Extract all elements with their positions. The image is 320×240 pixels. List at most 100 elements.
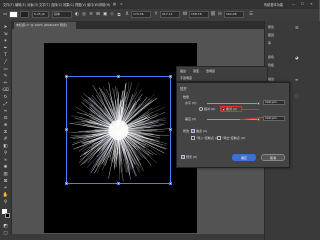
panel-item-stroke[interactable]: 描边 [268, 77, 274, 81]
w-label-icon: W [182, 12, 188, 17]
link-icon[interactable]: ⛓ [210, 11, 216, 18]
send-icon[interactable]: ➤ [120, 2, 123, 6]
menu-help[interactable]: 帮助(H) [99, 2, 110, 7]
close-icon[interactable]: ✕ [310, 2, 313, 6]
floating-tab-stroke[interactable]: 描边 [180, 69, 186, 73]
y-field[interactable]: 217.11 [160, 11, 180, 18]
menu-effect[interactable]: 效果(C) [63, 2, 74, 7]
relative-radio[interactable] [199, 107, 203, 111]
horizontal-slider-knob[interactable] [257, 102, 260, 105]
handle-top-right[interactable] [169, 75, 172, 78]
in-handle-checkbox[interactable] [191, 136, 195, 140]
out-handle-checkbox[interactable] [217, 136, 221, 140]
hand-tool-icon[interactable]: ✋ [2, 192, 9, 198]
graphic-style-icon[interactable]: ◐ [74, 11, 80, 18]
arrange-icon[interactable]: ⧉ [116, 11, 122, 18]
menu-window[interactable]: 窗口(W) [87, 2, 99, 7]
scale-tool-icon[interactable]: ⤢ [2, 101, 9, 107]
type-tool-icon[interactable]: T [2, 52, 9, 58]
preview-checkbox[interactable] [181, 155, 185, 159]
direct-select-tool-icon[interactable]: ⇲ [2, 31, 9, 37]
panel-item-swatches[interactable]: 色板 [268, 63, 274, 67]
horizontal-value-field[interactable]: 100 pm [263, 100, 285, 105]
selection-tool-icon[interactable]: ➤ [2, 24, 9, 30]
panel-item-layers[interactable]: 图层 [268, 33, 274, 37]
handle-top[interactable] [117, 75, 120, 78]
minimize-icon[interactable]: — [292, 2, 295, 6]
pen-tool-icon[interactable]: ✒ [2, 45, 9, 51]
floating-opacity-label: 不透明度 [180, 76, 193, 80]
mesh-tool-icon[interactable]: # [2, 136, 9, 142]
rectangle-tool-icon[interactable]: ▭ [2, 66, 9, 72]
shape-builder-tool-icon[interactable]: ⊕ [2, 122, 9, 128]
handle-left[interactable] [65, 128, 68, 131]
handle-bottom[interactable] [117, 182, 120, 185]
draw-mode-icon[interactable]: ◩ [2, 223, 9, 229]
free-transform-tool-icon[interactable]: ⊡ [2, 115, 9, 121]
selection-bounding-box[interactable] [65, 75, 172, 185]
pencil-tool-icon[interactable]: ✏ [2, 80, 9, 86]
panel-item-libraries[interactable]: 库 [268, 41, 271, 45]
color-icon[interactable]: ◕ [295, 55, 299, 60]
menu-edit[interactable]: 编辑(E) [15, 2, 26, 7]
stroke-icon[interactable]: ≡ [295, 77, 298, 82]
slice-tool-icon[interactable]: ⌿ [2, 185, 9, 191]
transform-icon[interactable]: ⊞ [95, 11, 101, 18]
document-tab[interactable]: 未标题-1* @ 100% (RGB/GPU 预览) [14, 22, 76, 29]
menu-select[interactable]: 选择(S) [51, 2, 62, 7]
maximize-icon[interactable]: ☐ [301, 2, 304, 6]
isolate-icon[interactable]: ▣ [102, 11, 108, 18]
ok-button[interactable]: 确定 [232, 154, 256, 161]
screen-mode-icon[interactable]: ▢ [2, 230, 9, 236]
stroke-color-icon[interactable] [5, 213, 10, 218]
panel-item-color[interactable]: 颜色 [268, 55, 274, 59]
h-field[interactable]: 162.08 [224, 11, 244, 18]
layout-icon[interactable]: ▦ [113, 2, 116, 6]
perspective-tool-icon[interactable]: ⧖ [2, 129, 9, 135]
handle-bottom-right[interactable] [169, 182, 172, 185]
rotate-tool-icon[interactable]: ↻ [2, 94, 9, 100]
recolor-icon[interactable]: ◎ [81, 11, 87, 18]
w-field[interactable]: 158.78 [189, 11, 209, 18]
handle-right[interactable] [169, 128, 172, 131]
eyedropper-tool-icon[interactable]: ⚲ [2, 150, 9, 156]
envelope-icon[interactable]: ◇ [109, 11, 115, 18]
magic-wand-tool-icon[interactable]: ✶ [2, 38, 9, 44]
gradient-tool-icon[interactable]: ◧ [2, 143, 9, 149]
group-icon[interactable]: ▭ [2, 11, 8, 18]
horizontal-slider-track[interactable] [207, 103, 259, 104]
warp-tool-icon[interactable]: ≈ [2, 108, 9, 114]
handle-top-left[interactable] [65, 75, 68, 78]
line-tool-icon[interactable]: ╱ [2, 59, 9, 65]
menu-file[interactable]: 文件(F) [3, 2, 14, 7]
stroke-weight-field[interactable]: 0.25 pt [32, 11, 49, 18]
menu-view[interactable]: 视图(V) [75, 2, 86, 7]
workspace-label[interactable]: 传统基本功能 [264, 2, 283, 7]
panel-item-properties[interactable]: 属性 [268, 25, 274, 29]
cancel-button[interactable]: 取消 [261, 154, 285, 161]
eraser-tool-icon[interactable]: ⌫ [2, 87, 9, 93]
vertical-slider-track[interactable] [207, 119, 259, 120]
fill-swatch[interactable] [9, 11, 18, 18]
brush-tool-icon[interactable]: ✎ [2, 73, 9, 79]
floating-tab-transparency[interactable]: 透明度 [206, 69, 215, 73]
artboard-tool-icon[interactable]: ⊠ [2, 178, 9, 184]
align-icon[interactable]: ≡ [88, 11, 94, 18]
vertical-value-field[interactable]: 100 pm [263, 116, 285, 121]
symbol-sprayer-tool-icon[interactable]: ✺ [2, 164, 9, 170]
floating-tab-gradient[interactable]: 渐变 [193, 69, 199, 73]
anchor-checkbox[interactable] [191, 129, 195, 133]
graph-tool-icon[interactable]: ▥ [2, 171, 9, 177]
transparency-icon[interactable]: ◌ [295, 93, 299, 98]
properties-icon[interactable]: ☰ [295, 25, 299, 30]
vertical-slider-knob[interactable] [257, 118, 260, 121]
more-options-icon[interactable]: ☰ [248, 11, 254, 18]
stroke-swatch[interactable] [20, 11, 29, 18]
brush-style-dropdown[interactable]: 基本 [52, 11, 72, 18]
x-field[interactable]: 170.36 [131, 11, 151, 18]
menu-object[interactable]: 对象(O) [27, 2, 38, 7]
menu-type[interactable]: 文字(T) [39, 2, 50, 7]
blend-tool-icon[interactable]: ∞ [2, 157, 9, 163]
handle-bottom-left[interactable] [65, 182, 68, 185]
zoom-tool-icon[interactable]: ⚲ [2, 199, 9, 205]
